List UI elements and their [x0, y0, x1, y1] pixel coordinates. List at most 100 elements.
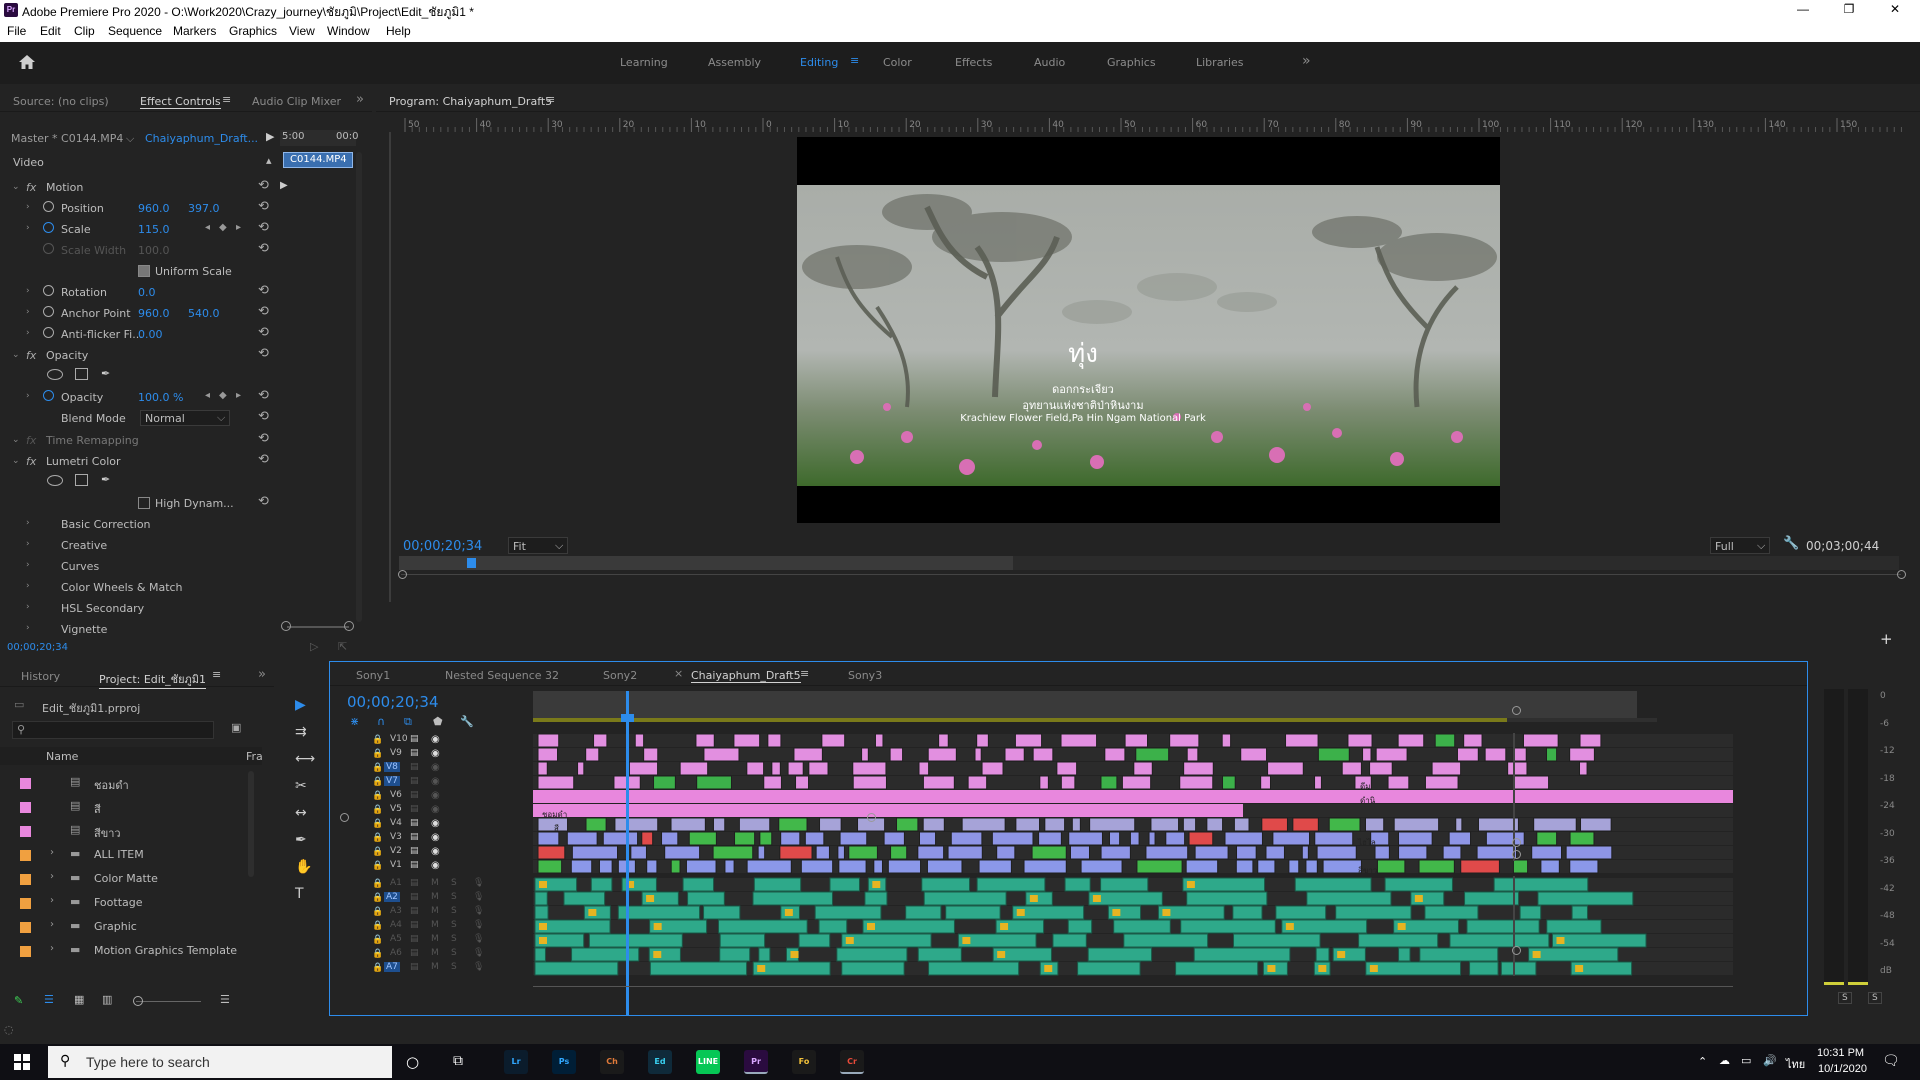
video-clip[interactable]: [1135, 747, 1170, 762]
solo-button[interactable]: S: [451, 906, 457, 916]
video-clip[interactable]: [724, 859, 735, 874]
video-clip[interactable]: [1108, 831, 1121, 846]
video-clip[interactable]: [917, 845, 945, 860]
eye-icon[interactable]: ◉: [431, 832, 440, 843]
master-clip-label[interactable]: Master * C0144.MP4: [11, 132, 123, 145]
slip-tool-icon[interactable]: ↔: [295, 805, 307, 821]
video-clip[interactable]: [1068, 831, 1103, 846]
track-name-v8[interactable]: V8: [384, 762, 400, 772]
audio-effect-badge[interactable]: [1112, 909, 1121, 916]
video-scroll-handle-bottom[interactable]: [1512, 838, 1521, 847]
property-value-scale-width[interactable]: 100.0: [138, 244, 170, 257]
audio-clip[interactable]: [758, 947, 771, 962]
section-chevron-icon[interactable]: ⌄: [12, 435, 20, 445]
tab-sony1[interactable]: Sony1: [356, 669, 390, 682]
audio-clip[interactable]: [1500, 961, 1537, 976]
video-clip[interactable]: [1169, 733, 1200, 748]
audio-clip[interactable]: [687, 891, 725, 906]
tab-chaiyaphum-draft5[interactable]: Chaiyaphum_Draft5: [691, 669, 801, 683]
audio-clip[interactable]: [1087, 947, 1153, 962]
audio-clip[interactable]: [534, 905, 549, 920]
audio-clip[interactable]: [1537, 891, 1634, 906]
audio-effect-badge[interactable]: [539, 881, 547, 888]
audio-clip[interactable]: [1358, 933, 1439, 948]
sync-lock-icon[interactable]: ▤: [410, 790, 419, 800]
menu-window[interactable]: Window: [327, 24, 370, 38]
program-video-frame[interactable]: ทุ่ง ดอกกระเจียว อุทยานแห่งชาติป่าหินงาม…: [797, 137, 1500, 523]
section-chevron-icon[interactable]: ⌄: [12, 182, 20, 192]
lumetri-color-wheels-match[interactable]: Color Wheels & Match: [61, 581, 183, 594]
audio-effect-badge[interactable]: [845, 937, 854, 944]
project-item[interactable]: › ▬ Color Matte: [0, 869, 244, 889]
stopwatch-icon[interactable]: [43, 201, 54, 212]
video-clip[interactable]: [537, 817, 569, 832]
video-clip[interactable]: [873, 859, 883, 874]
column-frame-rate[interactable]: Fra: [246, 750, 263, 763]
fx-badge-icon[interactable]: fx: [26, 349, 36, 362]
eye-icon[interactable]: ◉: [431, 748, 440, 759]
video-clip[interactable]: [746, 761, 765, 776]
video-clip[interactable]: [1347, 733, 1373, 748]
expand-chevron-icon[interactable]: ›: [50, 847, 54, 858]
video-clip[interactable]: [1004, 747, 1025, 762]
video-clip[interactable]: [1014, 733, 1043, 748]
audio-clip[interactable]: [1113, 919, 1171, 934]
premiere-app-icon[interactable]: Pr: [744, 1050, 768, 1074]
video-clip[interactable]: [1185, 859, 1219, 874]
program-time-ruler[interactable]: [399, 556, 1899, 570]
voice-over-icon[interactable]: 🎙: [473, 892, 484, 902]
audio-clip[interactable]: [862, 919, 955, 934]
eye-icon[interactable]: ◉: [431, 804, 440, 815]
menu-edit[interactable]: Edit: [40, 24, 61, 38]
video-clip[interactable]: [533, 804, 1243, 817]
video-clip[interactable]: [1133, 761, 1153, 776]
audio-effect-badge[interactable]: [646, 895, 655, 902]
workspace-editing[interactable]: Editing: [800, 56, 838, 69]
audio-clip[interactable]: [1052, 933, 1087, 948]
video-clip[interactable]: [1272, 831, 1311, 846]
sync-lock-icon[interactable]: ▤: [410, 892, 419, 902]
button-editor-plus-icon[interactable]: +: [1880, 630, 1893, 648]
audio-clip[interactable]: [829, 877, 860, 892]
audio-effect-badge[interactable]: [790, 951, 799, 958]
project-scrollbar[interactable]: [248, 771, 254, 877]
video-clip[interactable]: [1104, 747, 1126, 762]
video-clip[interactable]: [1580, 817, 1612, 832]
audio-clip[interactable]: [1175, 961, 1259, 976]
stopwatch-icon[interactable]: [43, 306, 54, 317]
video-clip[interactable]: [922, 817, 945, 832]
blend-mode-dropdown[interactable]: Normal ⌵: [140, 410, 230, 426]
solo-left-button[interactable]: S: [1838, 992, 1852, 1004]
video-clip[interactable]: [1071, 817, 1081, 832]
video-clip[interactable]: [1150, 817, 1180, 832]
video-clip[interactable]: [1221, 733, 1232, 748]
audio-clip[interactable]: [1335, 905, 1412, 920]
reset-parameter-icon[interactable]: ⟲: [258, 283, 269, 298]
reset-parameter-icon[interactable]: ⟲: [258, 494, 269, 509]
video-clip[interactable]: [1179, 775, 1214, 790]
next-keyframe-icon[interactable]: ▸: [236, 390, 241, 401]
lumetri-hsl-secondary[interactable]: HSL Secondary: [61, 602, 144, 615]
program-panel-menu-icon[interactable]: ≡: [546, 93, 555, 106]
expand-chevron-icon[interactable]: ›: [50, 919, 54, 930]
video-clip[interactable]: [896, 817, 919, 832]
prev-keyframe-icon[interactable]: ◂: [205, 222, 210, 233]
video-clip[interactable]: [1136, 859, 1183, 874]
video-clip[interactable]: [537, 831, 560, 846]
track-lock-icon[interactable]: 🔒: [372, 963, 383, 973]
track-name-v6[interactable]: V6: [388, 790, 404, 800]
menu-sequence[interactable]: Sequence: [108, 24, 162, 38]
video-clip[interactable]: [978, 859, 1012, 874]
section-chevron-icon[interactable]: ⌄: [12, 456, 20, 466]
expand-chevron-icon[interactable]: ›: [26, 307, 30, 317]
video-clip[interactable]: [614, 817, 659, 832]
video-clip[interactable]: [634, 733, 645, 748]
mute-button[interactable]: M: [431, 962, 439, 972]
video-clip[interactable]: [996, 845, 1016, 860]
audio-clip[interactable]: [1398, 947, 1411, 962]
workspace-effects[interactable]: Effects: [955, 56, 992, 69]
audio-clip[interactable]: [1281, 919, 1368, 934]
video-clip[interactable]: [1362, 747, 1372, 762]
file-explorer-icon[interactable]: Fo: [792, 1050, 816, 1074]
audio-effect-badge[interactable]: [872, 881, 881, 888]
